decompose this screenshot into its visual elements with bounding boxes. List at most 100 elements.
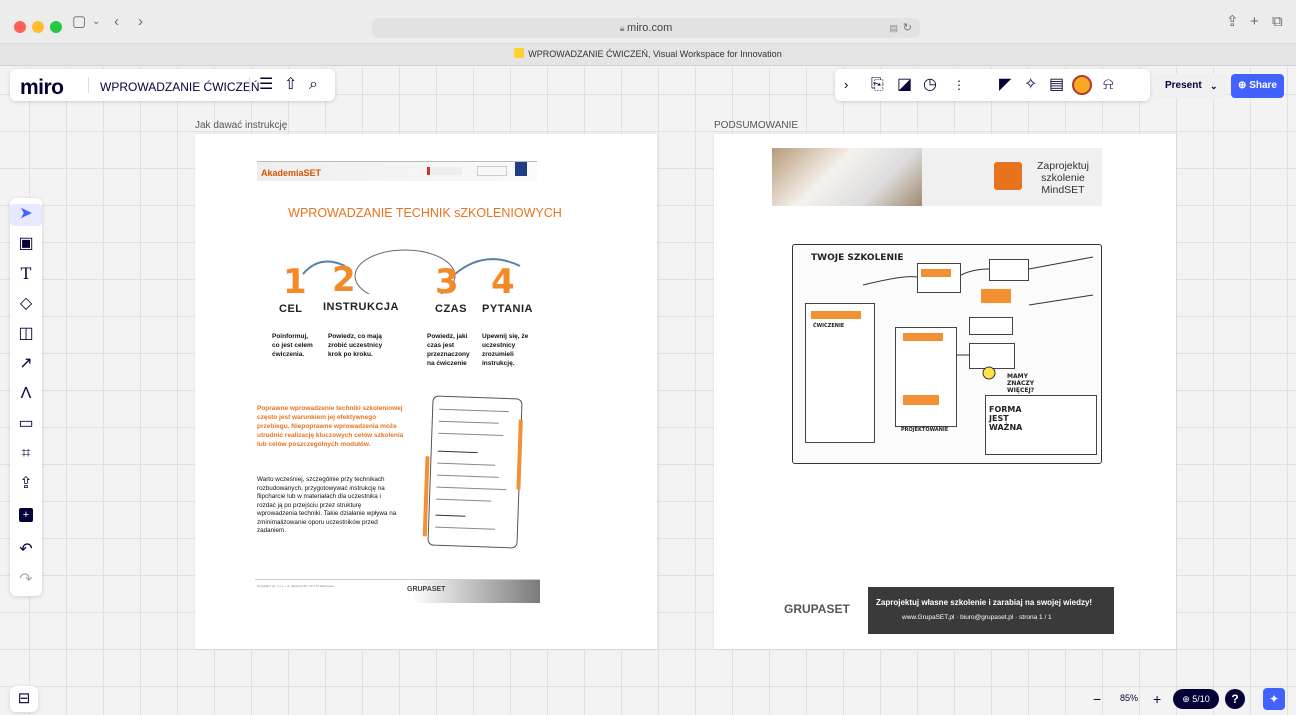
reactions-icon[interactable]: ⎘ bbox=[871, 76, 884, 94]
frame-icon[interactable]: ⌗ bbox=[10, 444, 42, 464]
step-3-desc: Powiedz, jaki czas jest przeznaczony na … bbox=[427, 333, 470, 367]
minimize-window-button[interactable] bbox=[32, 21, 44, 33]
doc-footer bbox=[255, 579, 540, 603]
zoom-in-button[interactable]: + bbox=[1153, 689, 1161, 709]
browser-toolbar: ▢ ⌄ ‹ › 🔒︎ miro.com ▤ ↻ ⇪ + ⧉ bbox=[0, 0, 1296, 44]
right-footer-banner: GRUPASET Zaprojektuj własne szkolenie i … bbox=[772, 587, 1114, 634]
step-2-word: INSTRUKCJA bbox=[323, 301, 399, 313]
grupaset-logo: GRUPASET bbox=[772, 587, 868, 634]
close-window-button[interactable] bbox=[14, 21, 26, 33]
frame-label-right[interactable]: PODSUMOWANIE bbox=[714, 120, 798, 131]
step-1-desc: Poinformuj, co jest celem ćwiczenia. bbox=[272, 333, 313, 358]
summary-sketchnote: TWOJE SZKOLENIE ĆWICZENIE FORMA JEST WAŻ… bbox=[792, 244, 1102, 464]
frame-label-left[interactable]: Jak dawać instrukcję bbox=[195, 120, 287, 131]
more-apps-icon[interactable]: + bbox=[10, 504, 42, 524]
undo-icon[interactable]: ↶ bbox=[10, 540, 42, 560]
help-button[interactable]: ? bbox=[1225, 689, 1245, 709]
text-icon[interactable]: T bbox=[10, 264, 42, 284]
share-button[interactable]: ⊕ Share bbox=[1231, 74, 1284, 98]
step-4-word: PYTANIA bbox=[482, 303, 533, 315]
back-arrow-icon[interactable]: ‹ bbox=[114, 14, 119, 30]
url-text: miro.com bbox=[627, 22, 673, 34]
ai-assist-icon[interactable]: ✦ bbox=[1263, 688, 1285, 710]
zoom-panel: − 85% + ⊕ 5/10 ? bbox=[1085, 686, 1250, 712]
banner-photo bbox=[772, 148, 922, 206]
sketch-arrows bbox=[862, 256, 1094, 380]
chevron-down-icon[interactable]: ⌄ bbox=[1210, 74, 1218, 98]
menu-icon[interactable]: ☰ bbox=[259, 76, 273, 94]
address-bar[interactable]: 🔒︎ miro.com ▤ ↻ bbox=[372, 18, 920, 38]
footer-address: GrupaSET sp. z o.o. • ul. Słowicza 90 • … bbox=[257, 584, 334, 588]
akademia-logo: AkademiaSET bbox=[261, 168, 322, 178]
mindset-banner: Zaprojektuj szkolenie MindSET bbox=[772, 148, 1102, 206]
lock-icon: 🔒︎ bbox=[619, 23, 628, 33]
search-icon[interactable]: ⌕ bbox=[309, 76, 318, 94]
divider bbox=[88, 77, 89, 93]
divider bbox=[249, 77, 250, 93]
step-2-desc: Powiedz, co mają zrobić uczestnicy krok … bbox=[328, 333, 383, 358]
new-tab-icon[interactable]: + bbox=[1250, 14, 1259, 30]
step-1-word: CEL bbox=[279, 303, 303, 315]
pen-icon[interactable]: Λ bbox=[10, 384, 42, 404]
sidebar-icon[interactable]: ▢ bbox=[72, 14, 86, 30]
cursor-follow-icon[interactable]: ◤ bbox=[999, 76, 1011, 94]
doc-title: WPROWADZANIE TECHNIK sZKOLENIOWYCH bbox=[288, 206, 562, 220]
board-canvas[interactable]: Jak dawać instrukcję AkademiaSET WPROWAD… bbox=[0, 67, 1296, 715]
step-3-number: 3 bbox=[435, 262, 459, 302]
step-3-word: CZAS bbox=[435, 303, 467, 315]
chevron-down-icon[interactable]: ⌄ bbox=[92, 14, 100, 30]
avatar[interactable] bbox=[1072, 75, 1092, 95]
shapes-icon[interactable]: ◇ bbox=[10, 294, 42, 314]
tab-title: WPROWADZANIE ĆWICZEŃ, Visual Workspace f… bbox=[528, 49, 782, 59]
globe-icon: ⊕ bbox=[1182, 694, 1190, 704]
partner-logos bbox=[427, 162, 527, 177]
reload-icon[interactable]: ↻ bbox=[903, 18, 912, 38]
upload-icon[interactable]: ⇪ bbox=[10, 474, 42, 494]
footer-slogan: Zaprojektuj własne szkolenie i zarabiaj … bbox=[876, 598, 1093, 607]
mindset-logo-icon bbox=[994, 162, 1022, 190]
present-button[interactable]: Present ⌄ bbox=[1153, 74, 1226, 98]
comments-icon[interactable]: ▤ bbox=[1049, 76, 1064, 94]
celebrate-icon[interactable]: ✧ bbox=[1024, 76, 1037, 94]
grupaset-logo-small: GRUPASET bbox=[407, 586, 446, 593]
board-title[interactable]: WPROWADZANIE ĆWICZEŃ bbox=[100, 80, 260, 94]
miro-favicon-icon bbox=[514, 48, 525, 58]
timer-icon[interactable]: ◷ bbox=[923, 76, 937, 94]
banner-text: Zaprojektuj szkolenie MindSET bbox=[1037, 160, 1089, 196]
miro-logo[interactable]: miro bbox=[20, 76, 64, 100]
connection-line-icon[interactable]: ↗ bbox=[10, 354, 42, 374]
tab-overview-icon[interactable]: ⧉ bbox=[1272, 14, 1283, 30]
globe-icon: ⊕ bbox=[1238, 80, 1247, 91]
footer-contact: www.GrupaSET.pl · biuro@grupaset.pl · st… bbox=[902, 614, 1052, 621]
black-paragraph: Warto wcześniej, szczególnie przy techni… bbox=[257, 476, 397, 534]
step-4-number: 4 bbox=[491, 262, 515, 302]
zoom-level[interactable]: 85% bbox=[1120, 693, 1138, 703]
share-browser-icon[interactable]: ⇪ bbox=[1226, 14, 1239, 30]
browser-tab[interactable]: WPROWADZANIE ĆWICZEŃ, Visual Workspace f… bbox=[0, 44, 1296, 66]
chevron-right-icon[interactable]: › bbox=[844, 76, 848, 94]
step-2-number: 2 bbox=[332, 260, 356, 300]
zoom-window-button[interactable] bbox=[50, 21, 62, 33]
redo-icon[interactable]: ↷ bbox=[10, 570, 42, 590]
step-4-desc: Upewnij się, że uczestnicy zrozumieli in… bbox=[482, 333, 529, 367]
page-counter[interactable]: ⊕ 5/10 bbox=[1173, 689, 1219, 709]
frame-jak-dawac-instrukcje[interactable]: AkademiaSET WPROWADZANIE TECHNIK sZKOLEN… bbox=[195, 134, 657, 649]
frame-podsumowanie[interactable]: Zaprojektuj szkolenie MindSET TWOJE SZKO… bbox=[714, 134, 1176, 649]
frames-panel-icon[interactable]: ⊟ bbox=[10, 686, 38, 712]
templates-icon[interactable]: ▣ bbox=[10, 234, 42, 254]
sticky-note-icon[interactable]: ◫ bbox=[10, 324, 42, 344]
more-icon[interactable]: ⋮ bbox=[953, 76, 965, 94]
handwritten-note-sketch bbox=[422, 395, 523, 549]
creation-toolbar: ➤ ▣ T ◇ ◫ ↗ Λ ▭ ⌗ ⇪ + ↶ ↷ bbox=[10, 198, 42, 596]
board-header-panel: miro WPROWADZANIE ĆWICZEŃ ☰ ⇧ ⌕ bbox=[10, 69, 335, 101]
orange-paragraph: Poprawne wprowadzenie techniki szkolenio… bbox=[257, 405, 404, 448]
comment-icon[interactable]: ▭ bbox=[10, 414, 42, 434]
step-1-number: 1 bbox=[283, 262, 307, 302]
reader-icon[interactable]: ▤ bbox=[889, 18, 898, 38]
forward-arrow-icon[interactable]: › bbox=[138, 14, 143, 30]
select-cursor-icon[interactable]: ➤ bbox=[10, 204, 42, 226]
export-icon[interactable]: ⇧ bbox=[284, 76, 297, 94]
bell-icon[interactable]: ⍾ bbox=[1103, 76, 1114, 94]
sticky-add-icon[interactable]: ◪ bbox=[897, 76, 912, 94]
zoom-out-button[interactable]: − bbox=[1093, 689, 1101, 709]
